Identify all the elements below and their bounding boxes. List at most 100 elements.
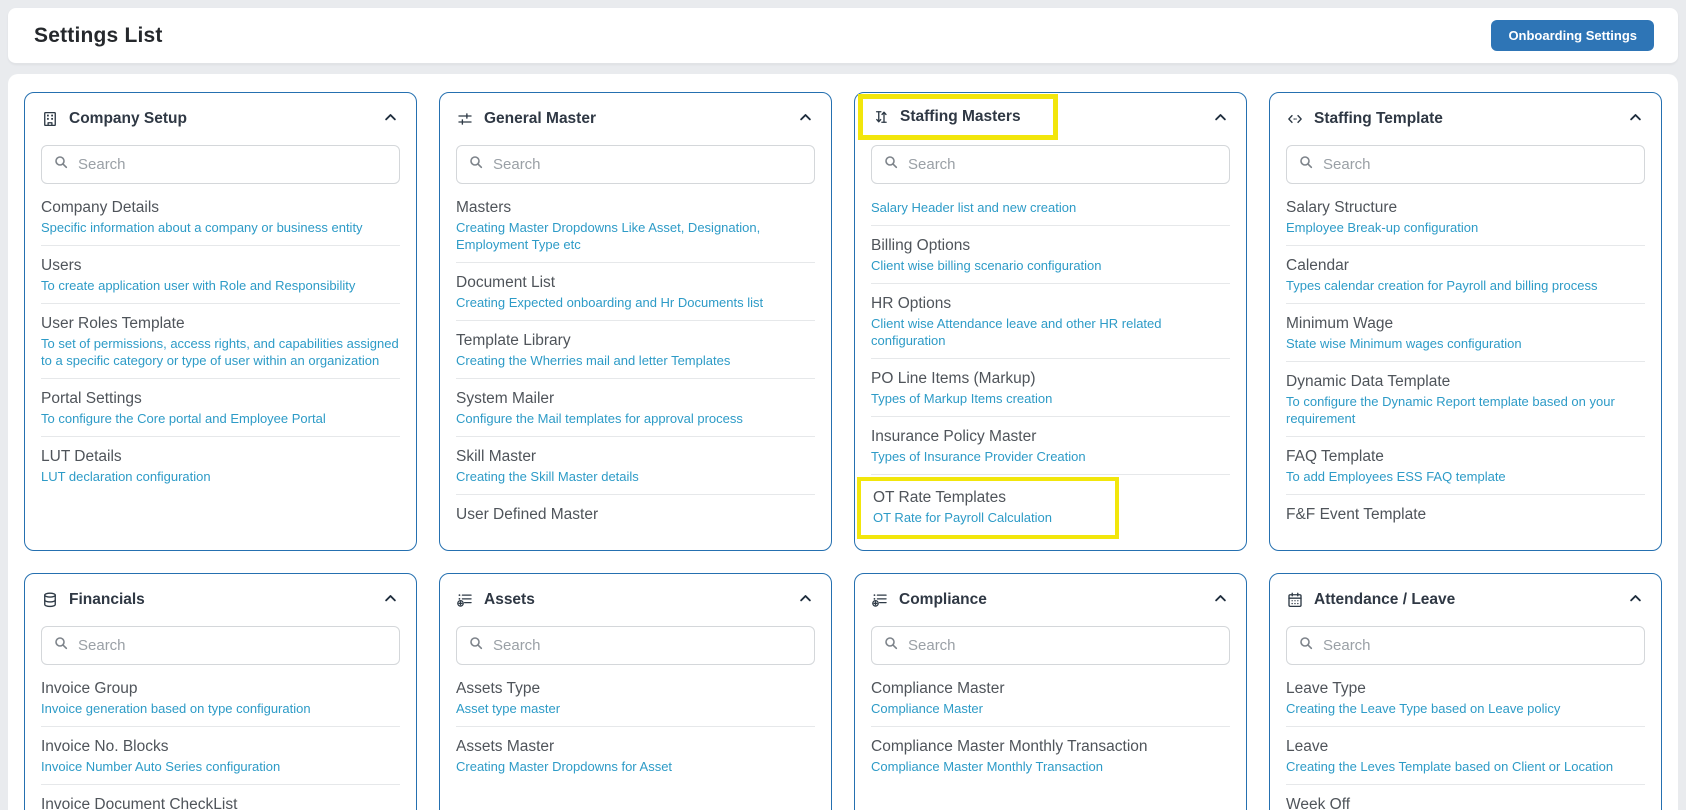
card-item-list: Salary Structure Employee Break-up confi…	[1286, 188, 1645, 534]
list-item[interactable]: Document List Creating Expected onboardi…	[456, 263, 815, 321]
list-item[interactable]: Skill Master Creating the Skill Master d…	[456, 437, 815, 495]
list-item[interactable]: OT Rate Templates OT Rate for Payroll Ca…	[857, 475, 1230, 539]
list-item-title: Assets Type	[456, 680, 541, 697]
list-item-content: Users To create application user with Ro…	[41, 256, 400, 294]
list-item[interactable]: Compliance Master Compliance Master	[871, 669, 1230, 727]
list-item[interactable]: Users To create application user with Ro…	[41, 246, 400, 304]
list-item[interactable]: PO Line Items (Markup) Types of Markup I…	[871, 359, 1230, 417]
list-item-subtitle: Creating the Skill Master details	[456, 469, 639, 484]
list-item-title: System Mailer	[456, 390, 555, 407]
list-item[interactable]: LUT Details LUT declaration configuratio…	[41, 437, 400, 494]
list-item[interactable]: User Defined Master	[456, 495, 815, 534]
search-input[interactable]	[908, 637, 1218, 654]
top-bar: Settings List Onboarding Settings	[8, 8, 1678, 64]
list-item[interactable]: Invoice No. Blocks Invoice Number Auto S…	[41, 727, 400, 785]
list-item-subtitle: Types of Markup Items creation	[871, 391, 1053, 406]
search-icon	[883, 635, 899, 656]
onboarding-settings-button[interactable]: Onboarding Settings	[1491, 20, 1654, 51]
sliders-icon	[456, 110, 474, 128]
list-item[interactable]: Compliance Master Monthly Transaction Co…	[871, 727, 1230, 784]
list-item[interactable]: Assets Master Creating Master Dropdowns …	[456, 727, 815, 784]
collapse-button[interactable]	[1626, 108, 1645, 130]
highlight-box-header: Staffing Masters	[858, 94, 1058, 140]
list-item-title: Calendar	[1286, 257, 1349, 274]
card-header: Compliance	[871, 586, 1230, 614]
card-header-left: Company Setup	[41, 110, 187, 128]
list-item[interactable]: Template Library Creating the Wherries m…	[456, 321, 815, 379]
list-item-content: Assets Master Creating Master Dropdowns …	[456, 737, 815, 775]
card-item-list: Masters Creating Master Dropdowns Like A…	[456, 188, 815, 534]
list-item-content: PO Line Items (Markup) Types of Markup I…	[871, 369, 1230, 407]
list-item[interactable]: HR Options Client wise Attendance leave …	[871, 284, 1230, 359]
card-search-box	[41, 626, 400, 665]
list-item[interactable]: Assets Type Asset type master	[456, 669, 815, 727]
collapse-button[interactable]	[381, 589, 400, 611]
list-item[interactable]: Salary Header list and new creation	[871, 188, 1230, 226]
list-item[interactable]: Portal Settings To configure the Core po…	[41, 379, 400, 437]
list-item[interactable]: Week Off	[1286, 785, 1645, 810]
list-item[interactable]: Leave Type Creating the Leave Type based…	[1286, 669, 1645, 727]
search-input[interactable]	[78, 637, 388, 654]
list-item-title: Billing Options	[871, 237, 971, 254]
search-icon	[1298, 154, 1314, 175]
list-item-content: Leave Type Creating the Leave Type based…	[1286, 679, 1645, 717]
list-item[interactable]: Company Details Specific information abo…	[41, 188, 400, 246]
list-item-subtitle: Creating the Wherries mail and letter Te…	[456, 353, 731, 368]
search-input[interactable]	[1323, 156, 1633, 173]
card-item-list: Salary Header list and new creation Bill…	[857, 188, 1230, 539]
list-item-subtitle: Client wise Attendance leave and other H…	[871, 316, 1162, 348]
card-assets: Assets Assets Type Asset type master Ass…	[439, 573, 832, 810]
search-input[interactable]	[908, 156, 1218, 173]
card-header-left: Financials	[41, 591, 145, 609]
list-item-subtitle: Types calendar creation for Payroll and …	[1286, 278, 1598, 293]
card-title: Attendance / Leave	[1314, 591, 1456, 608]
card-title: Compliance	[899, 591, 987, 608]
list-item[interactable]: Invoice Group Invoice generation based o…	[41, 669, 400, 727]
list-item-content: Minimum Wage State wise Minimum wages co…	[1286, 314, 1645, 352]
list-add-icon	[456, 591, 474, 609]
card-header-left: General Master	[456, 110, 596, 128]
search-input[interactable]	[493, 156, 803, 173]
list-item[interactable]: User Roles Template To set of permission…	[41, 304, 400, 379]
sort-arrows-icon	[872, 108, 890, 126]
list-item-content: System Mailer Configure the Mail templat…	[456, 389, 815, 427]
list-item[interactable]: FAQ Template To add Employees ESS FAQ te…	[1286, 437, 1645, 495]
search-input[interactable]	[493, 637, 803, 654]
list-item-content: HR Options Client wise Attendance leave …	[871, 294, 1230, 349]
list-item[interactable]: Masters Creating Master Dropdowns Like A…	[456, 188, 815, 263]
search-input[interactable]	[1323, 637, 1633, 654]
collapse-button[interactable]	[796, 589, 815, 611]
list-item-content: User Defined Master	[456, 505, 815, 525]
search-icon	[53, 635, 69, 656]
chevron-up-icon	[1213, 110, 1228, 128]
search-input[interactable]	[78, 156, 388, 173]
list-item[interactable]: System Mailer Configure the Mail templat…	[456, 379, 815, 437]
list-item-subtitle: Creating Master Dropdowns for Asset	[456, 759, 673, 774]
collapse-button[interactable]	[796, 108, 815, 130]
card-search-box	[456, 626, 815, 665]
list-item[interactable]: Calendar Types calendar creation for Pay…	[1286, 246, 1645, 304]
list-item[interactable]: F&F Event Template	[1286, 495, 1645, 534]
list-item[interactable]: Insurance Policy Master Types of Insuran…	[871, 417, 1230, 475]
list-item[interactable]: Salary Structure Employee Break-up confi…	[1286, 188, 1645, 246]
card-item-list: Company Details Specific information abo…	[41, 188, 400, 494]
list-item-subtitle: Configure the Mail templates for approva…	[456, 411, 743, 426]
list-item[interactable]: Dynamic Data Template To configure the D…	[1286, 362, 1645, 437]
list-item[interactable]: Leave Creating the Leves Template based …	[1286, 727, 1645, 785]
list-item-content: Compliance Master Monthly Transaction Co…	[871, 737, 1230, 775]
collapse-button[interactable]	[1211, 108, 1230, 130]
collapse-button[interactable]	[1626, 589, 1645, 611]
list-item[interactable]: Invoice Document CheckList	[41, 785, 400, 810]
list-item-subtitle: Creating the Leves Template based on Cli…	[1286, 759, 1614, 774]
list-item[interactable]: Minimum Wage State wise Minimum wages co…	[1286, 304, 1645, 362]
list-item-subtitle: Compliance Master	[871, 701, 983, 716]
card-search-box	[1286, 626, 1645, 665]
list-item-subtitle: To configure the Dynamic Report template…	[1286, 394, 1615, 426]
card-staffing-masters: Staffing Masters Salary Header list and …	[854, 92, 1247, 551]
card-header: Assets	[456, 586, 815, 614]
collapse-button[interactable]	[1211, 589, 1230, 611]
card-header: Staffing Masters	[858, 94, 1230, 140]
collapse-button[interactable]	[381, 108, 400, 130]
list-item[interactable]: Billing Options Client wise billing scen…	[871, 226, 1230, 284]
list-item-subtitle: Invoice Number Auto Series configuration	[41, 759, 281, 774]
